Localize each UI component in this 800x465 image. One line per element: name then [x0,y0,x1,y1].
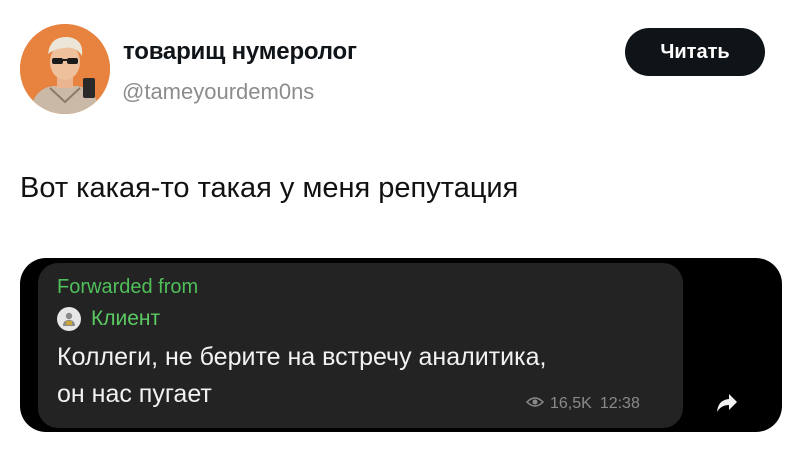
forward-sender[interactable]: Клиент [57,305,160,333]
user-handle[interactable]: @tameyourdem0ns [122,79,314,105]
share-arrow-icon[interactable] [712,388,742,418]
message-meta: 16,5K 12:38 [525,395,640,413]
person-with-sunglasses-avatar [20,24,110,114]
avatar[interactable] [20,24,110,114]
message-time: 12:38 [599,395,640,412]
display-name[interactable]: товарищ нумеролог [123,38,357,66]
eye-icon [525,395,545,413]
tweet-text: Вот какая-то такая у меня репутация [20,172,519,204]
views-count: 16,5K [550,395,592,412]
follow-button[interactable]: Читать [625,28,765,76]
forwarded-from-label: Forwarded from [57,276,199,298]
user-avatar-icon [57,307,81,331]
message-line-1: Коллеги, не берите на встречу аналитика, [57,343,547,371]
sender-name: Клиент [91,307,161,330]
